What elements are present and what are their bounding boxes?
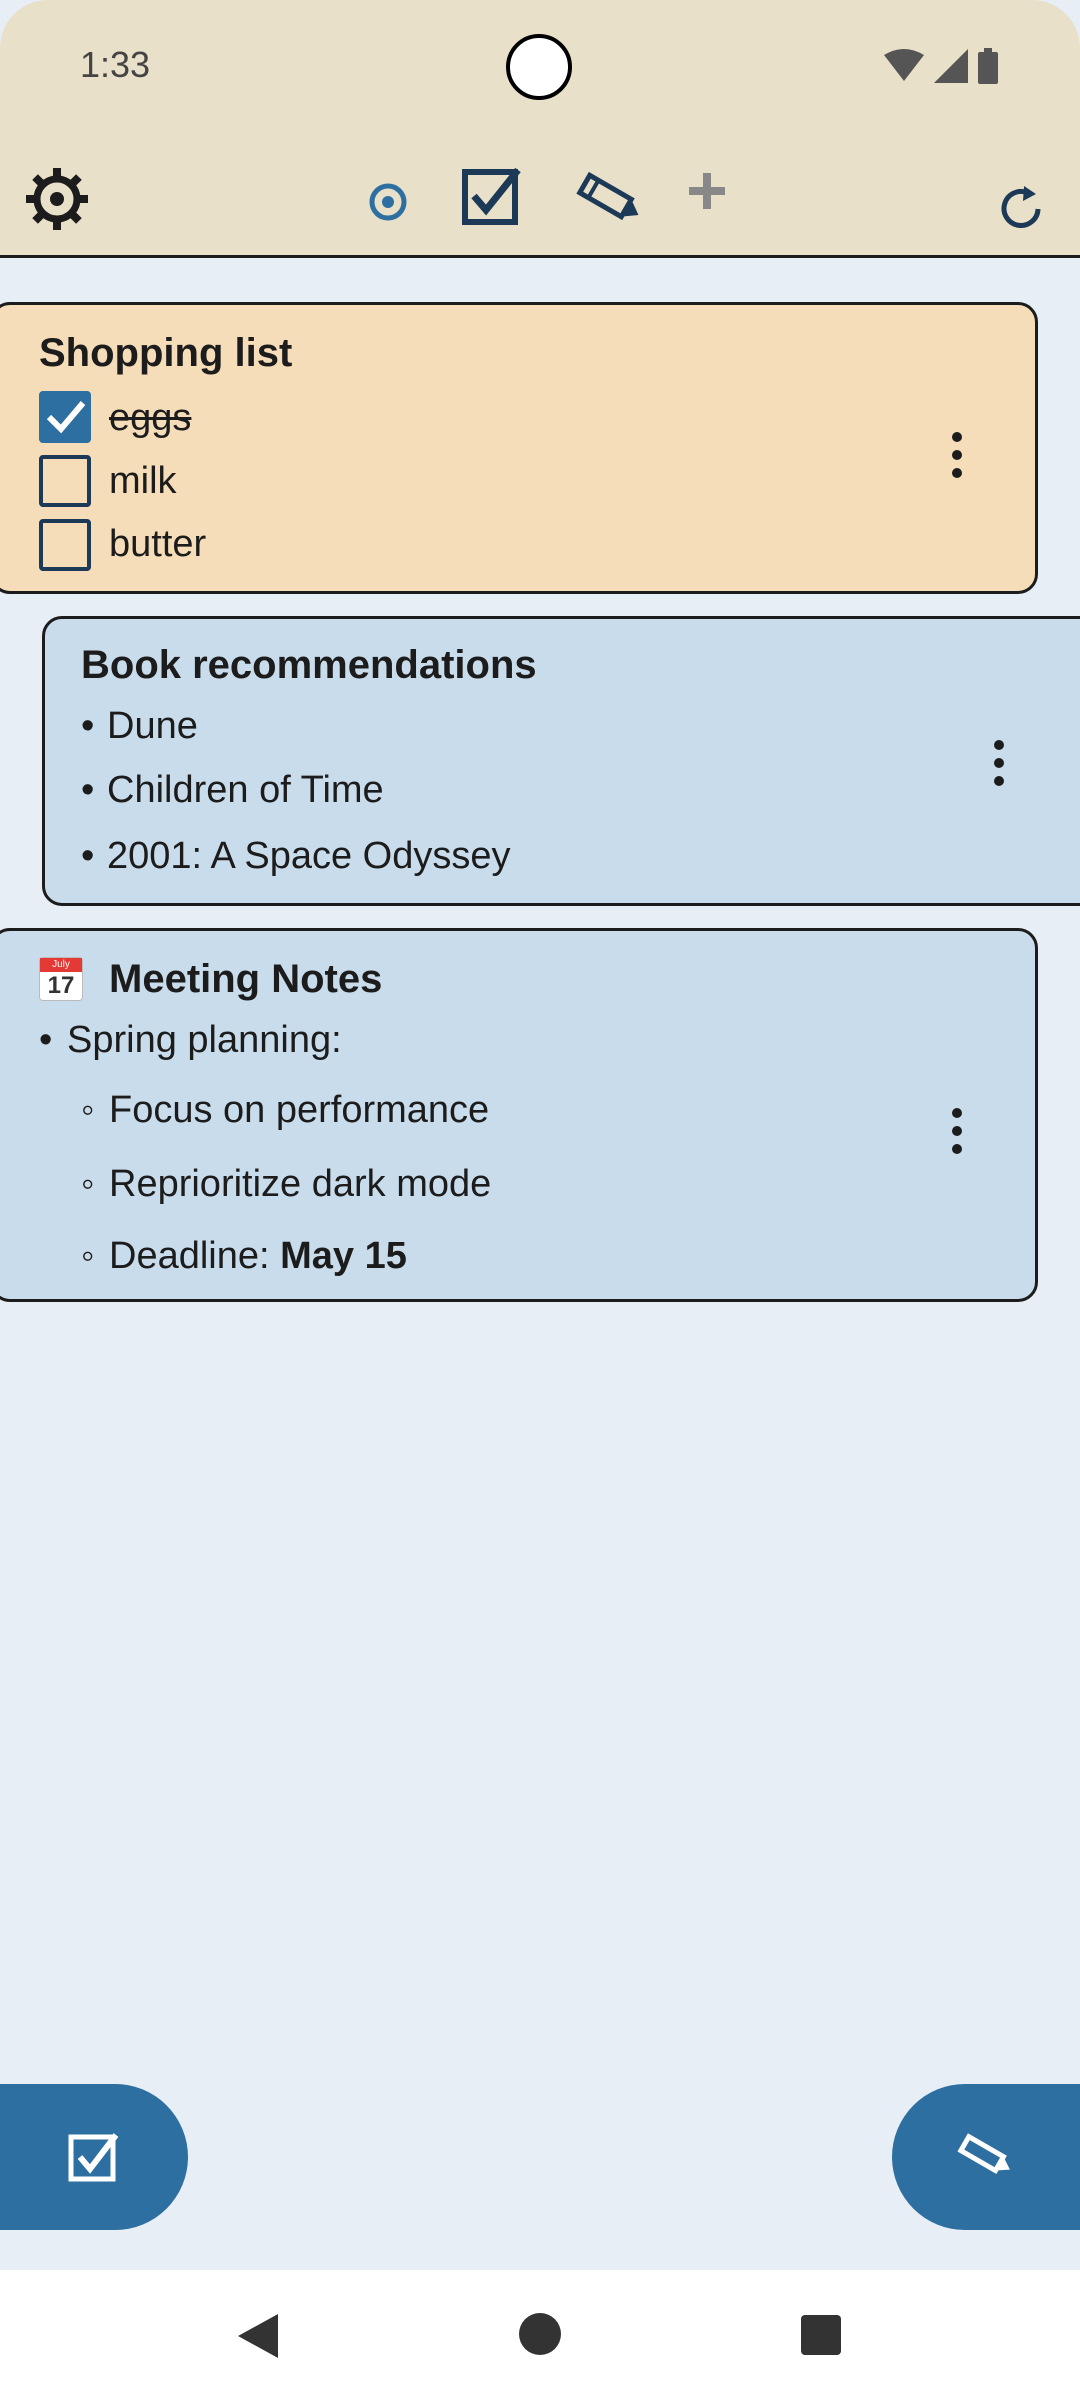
back-icon[interactable] bbox=[236, 2312, 280, 2360]
recents-icon[interactable] bbox=[800, 2314, 842, 2356]
sub-bullet: ◦ bbox=[81, 1235, 95, 1277]
bullet: • bbox=[81, 835, 95, 877]
status-icons bbox=[884, 48, 998, 84]
list-item: 2001: A Space Odyssey bbox=[107, 835, 511, 877]
bullet: • bbox=[81, 705, 95, 747]
calendar-month: July bbox=[40, 958, 82, 972]
system-nav-bar bbox=[0, 2270, 1080, 2400]
more-options-icon[interactable] bbox=[937, 415, 977, 495]
list-item: Dune bbox=[107, 705, 198, 747]
wifi-icon bbox=[884, 49, 924, 81]
sub-bullet: ◦ bbox=[81, 1163, 95, 1205]
list-item: Reprioritize dark mode bbox=[109, 1163, 492, 1205]
item-butter: butter bbox=[109, 523, 207, 565]
checkbox-milk[interactable] bbox=[39, 455, 91, 507]
card-title: Shopping list bbox=[39, 331, 293, 375]
checkbox-butter[interactable] bbox=[39, 519, 91, 571]
plus-icon[interactable] bbox=[686, 170, 728, 212]
app-header: 1:33 bbox=[0, 0, 1080, 258]
list-item: Focus on performance bbox=[109, 1089, 490, 1131]
checkbox-icon[interactable] bbox=[460, 164, 524, 228]
section-label: Spring planning: bbox=[67, 1019, 342, 1061]
new-checklist-button[interactable] bbox=[0, 2084, 188, 2230]
deadline-label: Deadline: bbox=[109, 1235, 281, 1277]
meeting-notes-card[interactable]: July 17 Meeting Notes • Spring planning:… bbox=[0, 928, 1038, 1302]
more-options-icon[interactable] bbox=[937, 1091, 977, 1171]
item-milk: milk bbox=[109, 460, 177, 502]
more-options-icon[interactable] bbox=[979, 723, 1019, 803]
settings-gear-icon[interactable] bbox=[22, 164, 92, 234]
pencil-icon bbox=[957, 2133, 1010, 2174]
sub-bullet: ◦ bbox=[81, 1089, 95, 1131]
checkbox-eggs[interactable] bbox=[39, 391, 91, 443]
status-time: 1:33 bbox=[80, 44, 151, 85]
check-icon bbox=[46, 401, 86, 434]
new-note-button[interactable] bbox=[892, 2084, 1080, 2230]
list-item-deadline: Deadline: May 15 bbox=[109, 1235, 407, 1278]
calendar-day: 17 bbox=[47, 972, 75, 999]
bullet: • bbox=[81, 769, 95, 811]
pencil-icon[interactable] bbox=[572, 166, 646, 230]
checkbox-icon bbox=[68, 2133, 119, 2182]
home-icon[interactable] bbox=[518, 2312, 562, 2356]
battery-icon bbox=[978, 48, 998, 84]
signal-icon bbox=[934, 49, 968, 83]
book-recommendations-card[interactable]: Book recommendations • Dune • Children o… bbox=[42, 616, 1080, 906]
target-icon[interactable] bbox=[366, 180, 410, 224]
list-item: Children of Time bbox=[107, 769, 384, 811]
bullet: • bbox=[39, 1019, 53, 1061]
deadline-value: May 15 bbox=[280, 1235, 407, 1277]
card-title: Meeting Notes bbox=[109, 957, 383, 1001]
item-eggs: eggs bbox=[109, 397, 192, 439]
card-title: Book recommendations bbox=[81, 643, 537, 687]
refresh-icon[interactable] bbox=[994, 182, 1048, 236]
camera-cutout bbox=[506, 34, 572, 100]
shopping-list-card[interactable]: Shopping list eggs milk butter bbox=[0, 302, 1038, 594]
calendar-icon: July 17 bbox=[39, 957, 83, 1001]
